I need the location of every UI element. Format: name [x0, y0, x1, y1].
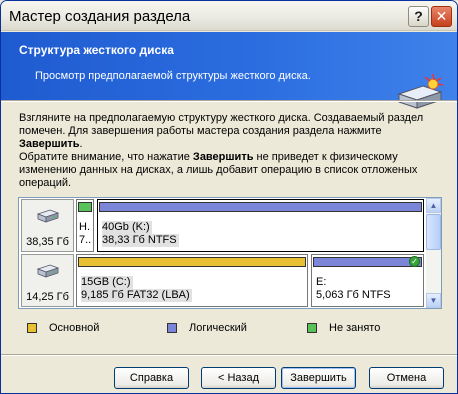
disk-row[interactable]: 38,35 Гб Н. 7.. 40Gb (K:) 38,33 Гб NTFS — [19, 198, 426, 253]
description-line: Взгляните на предполагаемую структуру же… — [19, 112, 424, 124]
description-text: Взгляните на предполагаемую структуру же… — [19, 112, 439, 190]
hard-disk-icon — [36, 264, 60, 278]
window-title: Мастер создания раздела — [9, 8, 191, 25]
description-line: помечен. Для завершения работы мастера с… — [19, 125, 382, 137]
header-title: Структура жесткого диска — [19, 43, 174, 57]
legend: Основной Логический Не занято — [27, 322, 447, 336]
finish-button[interactable]: Завершить — [281, 367, 356, 389]
header-separator — [1, 100, 457, 102]
footer-separator — [1, 354, 457, 356]
legend-label: Не занято — [329, 322, 381, 334]
help-button[interactable]: Справка — [114, 367, 189, 389]
partition-name: E: — [316, 276, 327, 288]
partition-bar — [313, 257, 422, 267]
disk-size-label: 14,25 Гб — [26, 291, 69, 303]
description-line: изменению данных на дисках, а лишь добав… — [19, 164, 418, 176]
checkmark-icon: ✓ — [409, 256, 420, 267]
finish-bold-text: Завершить — [19, 138, 80, 150]
partition-e[interactable]: ✓ E: 5,063 Гб NTFS — [311, 254, 424, 307]
disk-layout-view[interactable]: 38,35 Гб Н. 7.. 40Gb (K:) 38,33 Гб NTFS — [18, 197, 442, 309]
header-subtitle: Просмотр предполагаемой структуры жестко… — [35, 70, 311, 82]
partition-bar — [78, 257, 306, 267]
partition-bar — [78, 202, 92, 212]
hard-disk-wizard-icon — [397, 73, 444, 109]
partition-unallocated[interactable]: Н. 7.. — [76, 199, 94, 252]
back-button[interactable]: < Назад — [201, 367, 276, 389]
disk-info[interactable]: 14,25 Гб — [21, 254, 74, 307]
disk-size-label: 38,35 Гб — [26, 236, 69, 248]
help-title-button[interactable]: ? — [408, 6, 429, 27]
wizard-window: Мастер создания раздела ? ✕ Структура же… — [0, 0, 458, 394]
vertical-scrollbar[interactable]: ▲ ▼ — [426, 198, 441, 308]
legend-label: Основной — [49, 322, 100, 334]
description-line: Завершить. — [19, 138, 83, 150]
cancel-button[interactable]: Отмена — [369, 367, 444, 389]
partition-name: 40Gb (K:) — [102, 221, 152, 234]
scroll-down-button[interactable]: ▼ — [426, 293, 441, 308]
disk-rows: 38,35 Гб Н. 7.. 40Gb (K:) 38,33 Гб NTFS — [19, 198, 426, 308]
scroll-up-button[interactable]: ▲ — [426, 198, 441, 213]
legend-label: Логический — [189, 322, 247, 334]
partition-k[interactable]: 40Gb (K:) 38,33 Гб NTFS — [97, 199, 424, 252]
partition-size: 5,063 Гб NTFS — [316, 289, 391, 301]
title-bar: Мастер создания раздела ? ✕ — [1, 1, 457, 31]
scroll-thumb[interactable] — [426, 214, 441, 250]
finish-bold-text: Завершить — [192, 151, 254, 163]
partition-size: 9,185 Гб FAT32 (LBA) — [81, 289, 192, 302]
partition-bar — [99, 202, 422, 212]
description-line: Обратите внимание, что нажатие Завершить… — [19, 151, 398, 163]
description-line: операций. — [19, 177, 72, 189]
disk-row[interactable]: 14,25 Гб 15GB (C:) 9,185 Гб FAT32 (LBA) … — [19, 253, 426, 308]
partition-c[interactable]: 15GB (C:) 9,185 Гб FAT32 (LBA) — [76, 254, 308, 307]
legend-swatch — [27, 323, 37, 333]
partition-name: 15GB (C:) — [81, 276, 133, 289]
close-button[interactable]: ✕ — [431, 6, 452, 27]
legend-swatch — [307, 323, 317, 333]
wizard-header: Структура жесткого диска Просмотр предпо… — [1, 32, 457, 109]
hard-disk-icon — [36, 209, 60, 223]
disk-info[interactable]: 38,35 Гб — [21, 199, 74, 252]
partition-size: 7.. — [79, 234, 92, 246]
legend-swatch — [167, 323, 177, 333]
partition-name: Н. — [79, 221, 90, 233]
partition-size: 38,33 Гб NTFS — [102, 234, 179, 247]
